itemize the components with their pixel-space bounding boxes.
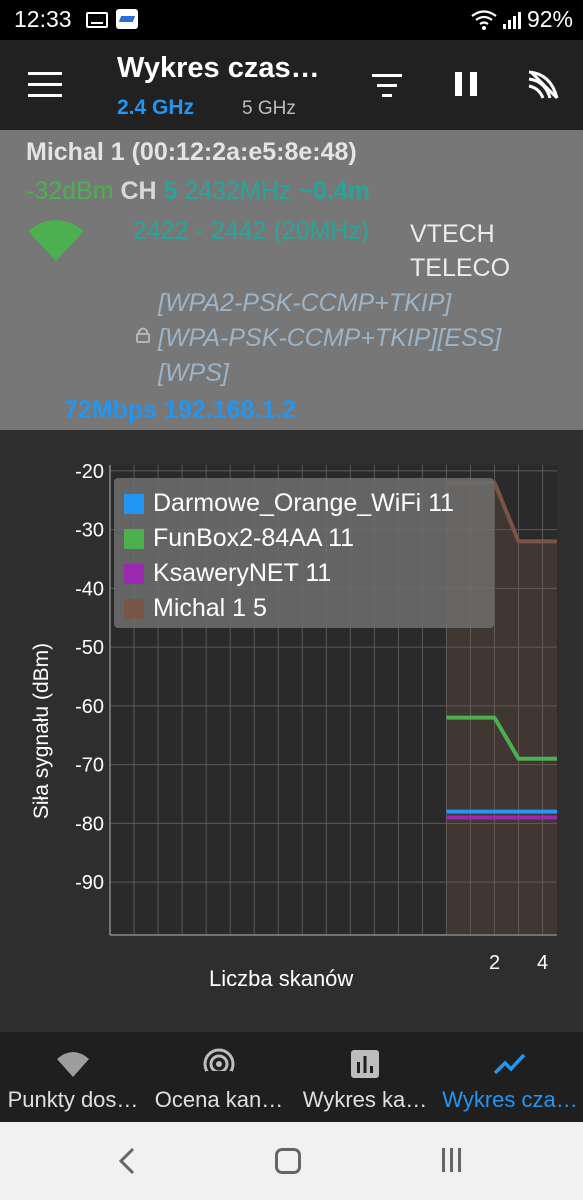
bar-chart-icon (351, 1050, 379, 1078)
signal-row: -32dBm CH 5 2432MHz ~0.4m (26, 177, 370, 206)
legend-swatch (124, 528, 144, 549)
wifi-icon (471, 9, 497, 30)
nav-label: Wykres cza… (442, 1087, 578, 1112)
nav-label: Punkty dos… (7, 1087, 139, 1112)
app-toolbar: Wykres czas… 2.4 GHz 5 GHz (0, 40, 583, 130)
filter-icon[interactable] (372, 74, 402, 98)
nav-channel-graph[interactable]: Wykres ka… (292, 1032, 438, 1122)
frequency-range: 2422 - 2442 (20MHz) (133, 217, 370, 245)
channel-number: 5 (163, 177, 178, 205)
y-tick-label: -50 (75, 637, 104, 659)
radar-icon (203, 1048, 235, 1081)
x-axis-label: Liczba skanów (209, 966, 354, 991)
band-tab-2-4ghz[interactable]: 2.4 GHz (117, 96, 194, 120)
pause-icon[interactable] (455, 72, 477, 96)
status-time: 12:33 (14, 6, 72, 32)
security-line-3: [WPS] (158, 359, 229, 387)
system-navigation-bar (0, 1122, 583, 1200)
x-tick-label: 2 (489, 952, 500, 974)
security-capabilities: [WPA2-PSK-CCMP+TKIP] [WPA-PSK-CCMP+TKIP]… (158, 286, 501, 391)
legend-swatch (124, 598, 144, 619)
legend-item: KsaweryNET 11 (124, 556, 494, 591)
y-tick-label: -30 (75, 520, 104, 542)
vendor-line-2: TELECO (410, 254, 511, 282)
scan-signal-icon[interactable] (527, 68, 561, 102)
nav-channel-rating[interactable]: Ocena kan… (146, 1032, 292, 1122)
chart-legend: Darmowe_Orange_WiFi 11 FunBox2-84AA 11 Ksa… (114, 478, 494, 628)
legend-label: FunBox2-84AA 11 (153, 524, 355, 552)
nav-access-points[interactable]: Punkty dos… (0, 1032, 146, 1122)
y-tick-label: -70 (75, 755, 104, 777)
battery-percent: 92% (526, 6, 573, 32)
home-icon[interactable] (275, 1148, 301, 1174)
legend-label: Darmowe_Orange_WiFi 11 (153, 489, 455, 517)
lock-icon (136, 327, 150, 343)
back-icon[interactable] (117, 1146, 137, 1176)
nav-time-graph[interactable]: Wykres cza… (437, 1032, 583, 1122)
vendor-line-1: VTECH (410, 220, 495, 248)
y-tick-label: -40 (75, 578, 104, 600)
network-details-panel[interactable]: Michal 1 (00:12:2a:e5:8e:48) -32dBm CH 5… (0, 130, 583, 430)
channel-label: CH (120, 177, 157, 205)
band-tab-5ghz[interactable]: 5 GHz (242, 98, 296, 120)
legend-item: Darmowe_Orange_WiFi 11 (124, 486, 494, 521)
link-speed: 72Mbps (64, 396, 158, 424)
security-line-1: [WPA2-PSK-CCMP+TKIP] (158, 289, 452, 317)
recent-apps-icon[interactable] (440, 1148, 464, 1174)
signal-strength: -32dBm (26, 177, 114, 205)
cell-signal-icon (502, 11, 521, 29)
status-bar: 12:33 92% (0, 0, 583, 40)
frequency: 2432MHz (184, 177, 292, 205)
bottom-navigation: Punkty dos… Ocena kan… Wykres ka… Wykres… (0, 1032, 583, 1122)
time-graph-chart[interactable]: -20 -30 -40 -50 -60 -70 -80 -90 2 4 Siła sygnału … (0, 430, 583, 1032)
y-tick-label: -20 (75, 461, 104, 483)
legend-item: FunBox2-84AA 11 (124, 521, 494, 556)
ip-address: 192.168.1.2 (164, 396, 297, 424)
x-tick-label: 4 (537, 952, 548, 974)
nav-label: Wykres ka… (302, 1087, 428, 1112)
vendor-name: VTECH TELECO (410, 217, 510, 285)
security-line-2: [WPA-PSK-CCMP+TKIP][ESS] (158, 324, 502, 352)
network-ssid: Michal 1 (00:12:2a:e5:8e:48) (26, 138, 357, 166)
page-title: Wykres czas… (117, 52, 320, 84)
app-notification-icon (116, 9, 138, 29)
link-info: 72Mbps 192.168.1.2 (64, 396, 296, 425)
legend-label: Michal 1 5 (153, 594, 267, 622)
legend-label: KsaweryNET 11 (153, 559, 332, 587)
legend-swatch (124, 493, 144, 514)
nav-label: Ocena kan… (154, 1087, 284, 1112)
keyboard-icon (86, 12, 108, 28)
distance: ~0.4m (298, 177, 370, 205)
line-chart-icon (493, 1053, 526, 1075)
legend-swatch (124, 563, 144, 584)
wifi-signal-icon (28, 220, 84, 261)
y-tick-label: -60 (75, 696, 104, 718)
menu-icon[interactable] (28, 72, 62, 98)
y-tick-label: -80 (75, 813, 104, 835)
y-tick-label: -90 (75, 872, 104, 894)
y-axis-label: Siła sygnału (dBm) (30, 642, 53, 820)
legend-item: Michal 1 5 (124, 591, 494, 626)
wifi-icon (57, 1052, 89, 1077)
